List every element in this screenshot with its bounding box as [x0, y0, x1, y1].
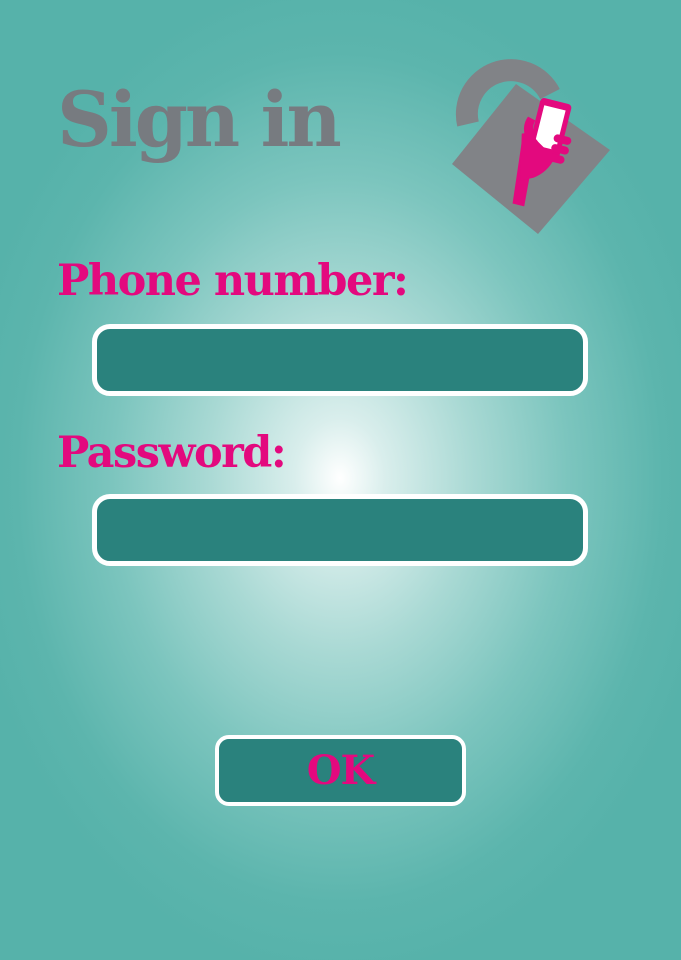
password-label: Password:	[57, 428, 287, 478]
page-title: Sign in	[57, 75, 342, 164]
phone-number-label: Phone number:	[57, 256, 409, 306]
padlock-phone-icon	[428, 52, 618, 242]
phone-number-input[interactable]	[92, 324, 588, 396]
password-input[interactable]	[92, 494, 588, 566]
ok-button[interactable]: OK	[215, 735, 466, 806]
